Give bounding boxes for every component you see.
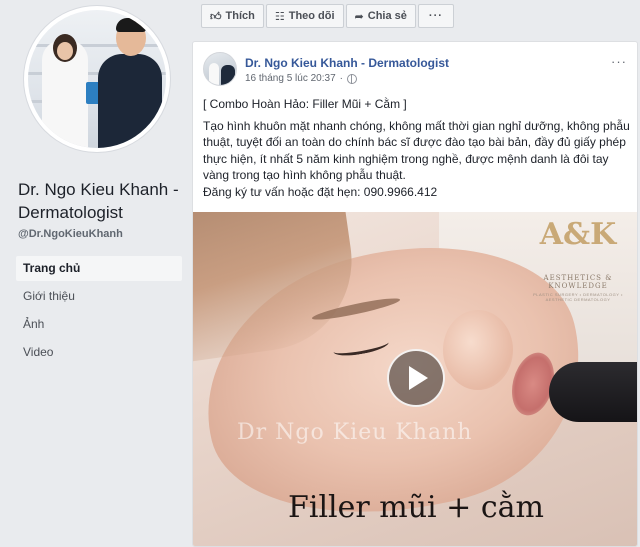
like-label: Thích bbox=[225, 10, 255, 22]
post-avatar[interactable] bbox=[203, 52, 237, 86]
play-button[interactable] bbox=[387, 349, 445, 407]
avatar-figure bbox=[209, 63, 219, 85]
video-player[interactable]: A&K AESTHETICS & KNOWLEDGE PLASTIC SURGE… bbox=[193, 212, 637, 546]
post-menu-button[interactable]: ··· bbox=[611, 54, 627, 69]
follow-label: Theo dõi bbox=[288, 10, 335, 22]
nav-item-about[interactable]: Giới thiệu bbox=[16, 284, 182, 309]
man-hair bbox=[116, 18, 146, 32]
man-figure bbox=[98, 18, 162, 148]
like-button[interactable]: 👍︎ Thích bbox=[201, 4, 264, 28]
post-contact: Đăng ký tư vấn hoặc đặt hẹn: 090.9966.41… bbox=[203, 184, 438, 199]
profile-picture[interactable] bbox=[24, 6, 170, 152]
nav-item-home[interactable]: Trang chủ bbox=[16, 256, 182, 281]
brand-name: AESTHETICS & KNOWLEDGE bbox=[543, 274, 613, 290]
share-label: Chia sẻ bbox=[367, 10, 407, 22]
brand-tagline: PLASTIC SURGERY • DERMATOLOGY • AESTHETI… bbox=[533, 292, 623, 302]
share-button[interactable]: ➦ Chia sẻ bbox=[345, 4, 416, 28]
doctor-figure bbox=[42, 34, 88, 148]
post-author-link[interactable]: Dr. Ngo Kieu Khanh - Dermatologist bbox=[245, 56, 449, 70]
more-options-button[interactable]: ··· bbox=[417, 4, 454, 28]
avatar-figure bbox=[221, 65, 235, 85]
left-sidebar: Dr. Ngo Kieu Khanh - Dermatologist @Dr.N… bbox=[0, 0, 190, 547]
post-card: Dr. Ngo Kieu Khanh - Dermatologist 16 th… bbox=[192, 41, 638, 547]
share-arrow-icon: ➦ bbox=[354, 10, 364, 23]
video-glove bbox=[549, 362, 637, 422]
post-meta: 16 tháng 5 lúc 20:37 · bbox=[245, 73, 357, 84]
page-action-bar: 👍︎ Thích ☷ Theo dõi ➦ Chia sẻ ··· bbox=[201, 4, 454, 28]
page-handle[interactable]: @Dr.NgoKieuKhanh bbox=[18, 228, 123, 240]
post-description: Tạo hình khuôn mặt nhanh chóng, không mấ… bbox=[203, 118, 630, 183]
post-timestamp[interactable]: 16 tháng 5 lúc 20:37 bbox=[245, 73, 336, 84]
globe-icon[interactable] bbox=[346, 73, 357, 84]
brand-logo: A&K AESTHETICS & KNOWLEDGE PLASTIC SURGE… bbox=[523, 218, 633, 304]
page-title[interactable]: Dr. Ngo Kieu Khanh - Dermatologist bbox=[18, 178, 188, 224]
video-caption: Filler mũi + cằm bbox=[288, 490, 544, 525]
nav-item-photos[interactable]: Ảnh bbox=[16, 312, 182, 337]
nav-item-videos[interactable]: Video bbox=[16, 340, 182, 365]
follow-button[interactable]: ☷ Theo dõi bbox=[265, 4, 344, 28]
post-headline: [ Combo Hoàn Hảo: Filler Mũi + Cằm ] bbox=[203, 97, 407, 111]
doctor-face bbox=[57, 42, 73, 60]
video-watermark: Dr Ngo Kieu Khanh bbox=[237, 420, 473, 445]
page-nav: Trang chủ Giới thiệu Ảnh Video bbox=[16, 256, 182, 368]
meta-separator: · bbox=[339, 73, 343, 84]
profile-photo bbox=[28, 10, 166, 148]
video-nose bbox=[443, 310, 513, 390]
thumbs-up-icon: 👍︎ bbox=[210, 10, 222, 23]
play-icon bbox=[409, 366, 428, 390]
rss-icon: ☷ bbox=[274, 10, 285, 23]
post-body: [ Combo Hoàn Hảo: Filler Mũi + Cằm ] Tạo… bbox=[203, 96, 631, 200]
brand-mark: A&K bbox=[539, 217, 617, 252]
